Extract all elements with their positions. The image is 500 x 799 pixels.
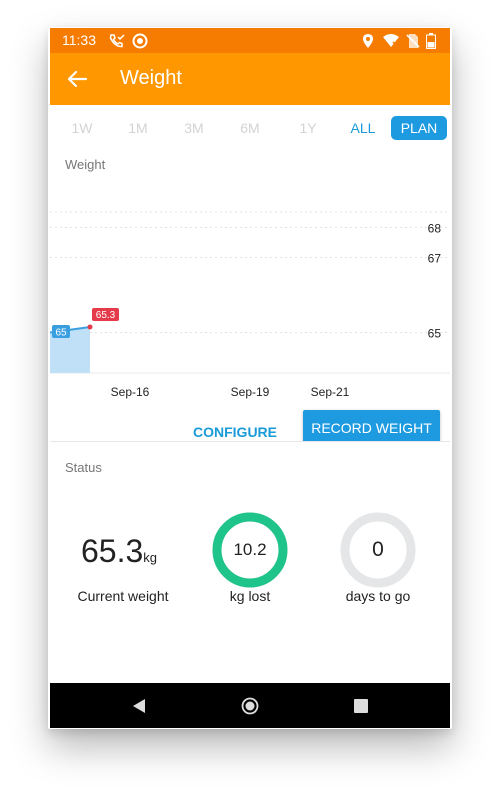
- point-label-latest: 65.3: [92, 307, 119, 321]
- current-weight-number: 65.3: [81, 533, 144, 569]
- navigation-bar: [50, 683, 450, 728]
- point-label-start: 65: [52, 325, 70, 339]
- nav-back-icon[interactable]: [131, 698, 147, 714]
- phone-screen: 11:33 Weight 1W 1M 3M 6M 1Y ALL PLAN Wei…: [50, 28, 450, 728]
- days-to-go-value: 0: [372, 538, 384, 561]
- weight-point-latest: [87, 324, 93, 330]
- status-section: Status 65.3kg Current weight 10.2 kg los…: [50, 442, 450, 683]
- page-title: Weight: [120, 67, 182, 89]
- tab-6m[interactable]: 6M: [235, 116, 265, 140]
- y-tick-label: 67: [428, 252, 442, 266]
- wifi-icon: [383, 34, 399, 48]
- tab-1y[interactable]: 1Y: [293, 116, 323, 140]
- days-to-go-caption: days to go: [345, 588, 411, 604]
- tab-3m[interactable]: 3M: [179, 116, 209, 140]
- status-time: 11:33: [62, 32, 96, 48]
- x-tick-label: Sep-19: [231, 385, 270, 399]
- tab-all[interactable]: ALL: [347, 116, 379, 140]
- weight-chart[interactable]: 68 67 65 Sep-16 Sep-19 Sep-21 65 65.3: [50, 151, 450, 411]
- kg-lost-caption: kg lost: [229, 588, 271, 604]
- current-weight-unit: kg: [143, 550, 158, 565]
- range-tabs: 1W 1M 3M 6M 1Y ALL PLAN: [50, 105, 450, 151]
- phone-check-icon: [109, 34, 125, 48]
- battery-icon: [426, 33, 436, 49]
- x-tick-label: Sep-21: [311, 385, 350, 399]
- current-weight-value: 65.3kg: [81, 533, 157, 570]
- kg-lost-value: 10.2: [233, 540, 267, 559]
- svg-text:65.3: 65.3: [96, 310, 116, 321]
- y-tick-label: 65: [428, 327, 442, 341]
- status-bar: 11:33: [50, 28, 450, 53]
- tab-plan[interactable]: PLAN: [391, 116, 447, 140]
- x-tick-label: Sep-16: [111, 385, 150, 399]
- current-weight-caption: Current weight: [77, 588, 169, 604]
- no-sim-icon: [406, 34, 420, 48]
- app-bar: Weight: [50, 53, 450, 105]
- location-icon: [363, 34, 373, 48]
- back-arrow-icon[interactable]: [64, 66, 90, 92]
- svg-text:65: 65: [55, 328, 67, 339]
- tab-1m[interactable]: 1M: [123, 116, 153, 140]
- nav-recents-icon[interactable]: [354, 699, 368, 713]
- record-icon: [132, 33, 148, 49]
- y-tick-label: 68: [428, 222, 442, 236]
- nav-home-icon[interactable]: [241, 697, 259, 715]
- tab-1w[interactable]: 1W: [67, 116, 97, 140]
- status-label: Status: [65, 460, 102, 475]
- weight-chart-section: Weight 68 67 65 Sep-16 Sep-19 Sep-21 65 65.3 …: [50, 151, 450, 446]
